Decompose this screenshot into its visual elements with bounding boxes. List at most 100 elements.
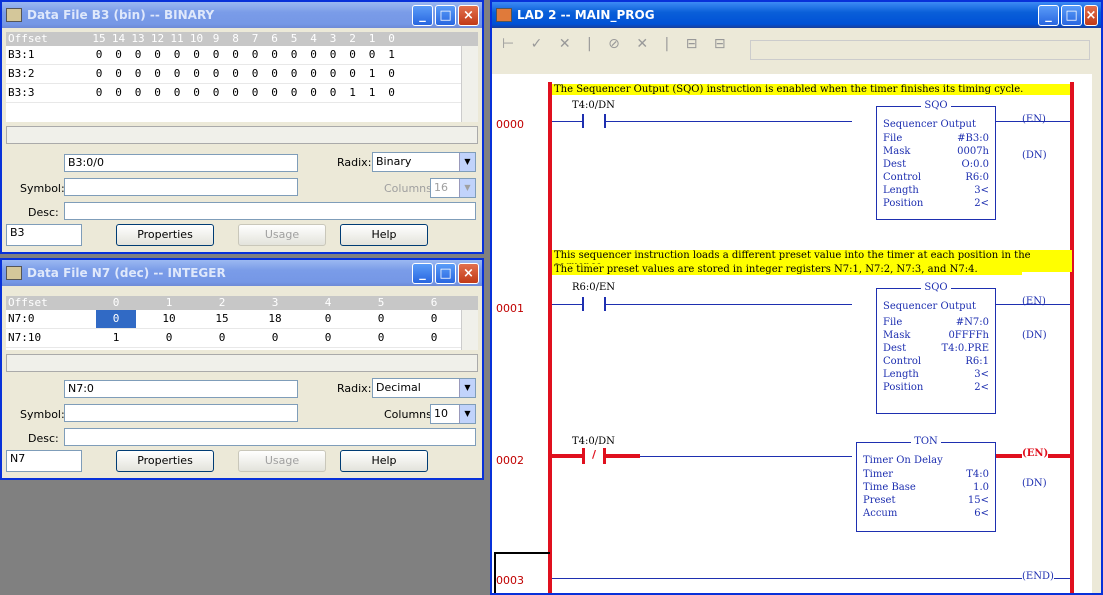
bit-cell[interactable]: 1 xyxy=(365,67,379,80)
b3-help-button[interactable]: Help xyxy=(340,224,428,246)
bit-cell[interactable]: 0 xyxy=(248,86,262,99)
bit-cell[interactable]: 0 xyxy=(112,67,126,80)
toolbar-field[interactable] xyxy=(750,40,1090,60)
parameter-value[interactable]: 1.0 xyxy=(973,482,989,493)
parameter-value[interactable]: #B3:0 xyxy=(957,133,989,144)
value-cell[interactable]: 0 xyxy=(149,331,189,344)
bit-cell[interactable]: 0 xyxy=(229,48,243,61)
maximize-button[interactable]: □ xyxy=(435,5,456,26)
bit-cell[interactable]: 0 xyxy=(92,67,106,80)
b3-radix-select[interactable]: Binary ▼ xyxy=(372,152,476,172)
b3-usage-button[interactable]: Usage xyxy=(238,224,326,246)
bit-cell[interactable]: 0 xyxy=(170,48,184,61)
bit-cell[interactable]: 0 xyxy=(151,86,165,99)
parameter-value[interactable]: 3< xyxy=(974,369,989,380)
parameter-value[interactable]: 2< xyxy=(974,198,989,209)
value-cell[interactable]: 0 xyxy=(255,331,295,344)
bit-cell[interactable]: 0 xyxy=(248,67,262,80)
bit-cell[interactable]: 0 xyxy=(326,86,340,99)
bit-cell[interactable]: 0 xyxy=(190,48,204,61)
n7-vertical-scrollbar[interactable] xyxy=(461,310,478,350)
rung-number[interactable]: 0002 xyxy=(496,454,524,467)
bit-cell[interactable]: 0 xyxy=(170,86,184,99)
table-row[interactable]: N7:0 0 10 15 18 0 0 0 xyxy=(6,310,478,329)
parameter-value[interactable]: 0007h xyxy=(957,146,989,157)
parameter-value[interactable]: 3< xyxy=(974,185,989,196)
close-button[interactable]: × xyxy=(458,5,479,26)
parameter-value[interactable]: R6:0 xyxy=(965,172,989,183)
xic-contact[interactable] xyxy=(582,297,606,311)
bit-cell[interactable]: 0 xyxy=(287,86,301,99)
ladder-area[interactable]: 0000 The Sequencer Output (SQO) instruct… xyxy=(492,74,1092,593)
parameter-value[interactable]: R6:1 xyxy=(965,356,989,367)
bit-cell[interactable]: 0 xyxy=(385,67,399,80)
bit-cell[interactable]: 0 xyxy=(346,48,360,61)
value-cell[interactable]: 0 xyxy=(96,310,136,328)
value-cell[interactable]: 18 xyxy=(255,312,295,325)
b3-columns-select[interactable]: 16 ▼ xyxy=(430,178,476,198)
value-cell[interactable]: 0 xyxy=(308,331,348,344)
maximize-button[interactable]: □ xyxy=(435,263,456,284)
bit-cell[interactable]: 1 xyxy=(346,86,360,99)
en-output[interactable]: (EN) xyxy=(1022,448,1049,459)
bit-cell[interactable]: 0 xyxy=(326,67,340,80)
minimize-button[interactable]: _ xyxy=(412,5,433,26)
n7-file-spinner[interactable]: N7 xyxy=(6,450,82,472)
n7-columns-select[interactable]: 10 ▼ xyxy=(430,404,476,424)
b3-file-spinner[interactable]: B3 xyxy=(6,224,82,246)
bit-cell[interactable]: 0 xyxy=(151,48,165,61)
value-cell[interactable]: 15 xyxy=(202,312,242,325)
n7-address-field[interactable]: N7:0 xyxy=(64,380,298,398)
bit-cell[interactable]: 0 xyxy=(209,48,223,61)
rung-number[interactable]: 0003 xyxy=(496,574,524,587)
value-cell[interactable]: 10 xyxy=(149,312,189,325)
value-cell[interactable]: 0 xyxy=(308,312,348,325)
table-row[interactable]: B3:2 0 0 0 0 0 0 0 0 0 0 0 0 0 0 1 0 xyxy=(6,65,478,84)
bit-cell[interactable]: 0 xyxy=(248,48,262,61)
n7-radix-select[interactable]: Decimal ▼ xyxy=(372,378,476,398)
bit-cell[interactable]: 0 xyxy=(170,67,184,80)
n7-usage-button[interactable]: Usage xyxy=(238,450,326,472)
b3-titlebar[interactable]: Data File B3 (bin) -- BINARY _ □ × xyxy=(2,2,482,28)
bit-cell[interactable]: 0 xyxy=(287,48,301,61)
parameter-value[interactable]: T4:0.PRE xyxy=(942,343,990,354)
bit-cell[interactable]: 0 xyxy=(131,48,145,61)
bit-cell[interactable]: 0 xyxy=(92,86,106,99)
bit-cell[interactable]: 0 xyxy=(385,86,399,99)
n7-horizontal-scrollbar[interactable] xyxy=(6,354,478,372)
value-cell[interactable]: 0 xyxy=(361,312,401,325)
xio-contact[interactable]: / xyxy=(582,448,606,464)
ton-instruction[interactable]: TON Timer On Delay Timer T4:0 Time Base 1.0… xyxy=(856,436,996,532)
bit-cell[interactable]: 0 xyxy=(229,67,243,80)
minimize-button[interactable]: _ xyxy=(412,263,433,284)
value-cell[interactable]: 0 xyxy=(414,312,454,325)
toolbar-icons[interactable]: ⊢ ✓ ✕ | ⊘ ✕ | ⊟ ⊟ xyxy=(502,36,732,52)
parameter-value[interactable]: 6< xyxy=(974,508,989,519)
bit-cell[interactable]: 0 xyxy=(365,48,379,61)
value-cell[interactable]: 0 xyxy=(202,331,242,344)
bit-cell[interactable]: 0 xyxy=(209,67,223,80)
n7-help-button[interactable]: Help xyxy=(340,450,428,472)
maximize-button[interactable]: □ xyxy=(1061,5,1082,26)
table-row[interactable]: B3:1 0 0 0 0 0 0 0 0 0 0 0 0 0 0 0 1 xyxy=(6,46,478,65)
b3-grid[interactable]: Offset 15 14 13 12 11 10 9 8 7 6 5 4 3 2 1 0 B3:1 0 0 0 0 0 0 0… xyxy=(6,32,478,122)
bit-cell[interactable]: 1 xyxy=(365,86,379,99)
parameter-value[interactable]: 2< xyxy=(974,382,989,393)
lad-titlebar[interactable]: LAD 2 -- MAIN_PROG _ □ × xyxy=(492,2,1101,28)
b3-address-field[interactable]: B3:0/0 xyxy=(64,154,298,172)
bit-cell[interactable]: 0 xyxy=(346,67,360,80)
bit-cell[interactable]: 0 xyxy=(190,86,204,99)
n7-symbol-field[interactable] xyxy=(64,404,298,422)
n7-desc-field[interactable] xyxy=(64,428,476,446)
b3-vertical-scrollbar[interactable] xyxy=(461,46,478,122)
b3-symbol-field[interactable] xyxy=(64,178,298,196)
close-button[interactable]: × xyxy=(458,263,479,284)
table-row[interactable]: N7:10 1 0 0 0 0 0 0 xyxy=(6,329,478,348)
bit-cell[interactable]: 0 xyxy=(151,67,165,80)
value-cell[interactable]: 0 xyxy=(361,331,401,344)
sqo-instruction[interactable]: SQO Sequencer Output File #B3:0 Mask 0007h D… xyxy=(876,100,996,220)
n7-titlebar[interactable]: Data File N7 (dec) -- INTEGER _ □ × xyxy=(2,260,482,286)
bit-cell[interactable]: 0 xyxy=(112,48,126,61)
value-cell[interactable]: 1 xyxy=(96,331,136,344)
b3-properties-button[interactable]: Properties xyxy=(116,224,214,246)
